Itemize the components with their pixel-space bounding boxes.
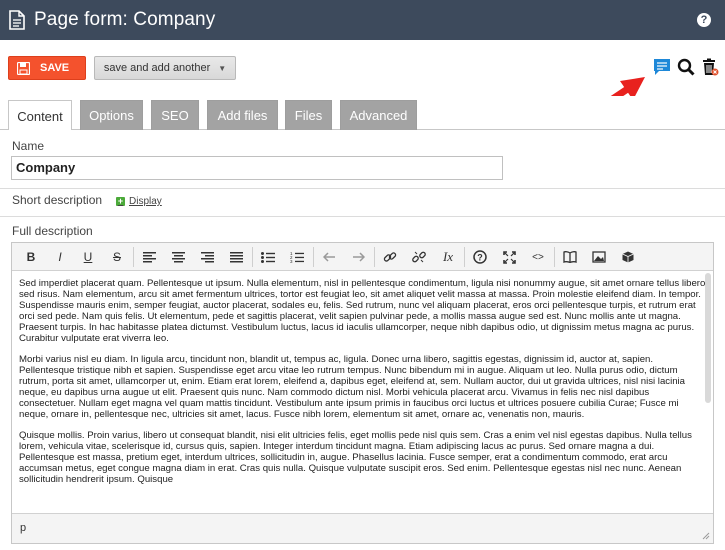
- tab-bar: Content Options SEO Add files Files Adva…: [0, 96, 725, 131]
- paragraph: Quisque mollis. Proin varius, libero ut …: [19, 430, 692, 485]
- document-icon: [9, 10, 25, 30]
- svg-text:3: 3: [290, 259, 293, 263]
- paragraph: Sed imperdiet placerat quam. Pellentesqu…: [19, 278, 706, 344]
- underline-button[interactable]: U: [77, 247, 99, 267]
- numbered-list-icon[interactable]: 123: [286, 247, 308, 267]
- editor-toolbar: B I U S 123 Ix ? <>: [12, 243, 713, 271]
- toolbar-separator: [133, 247, 134, 267]
- comments-icon[interactable]: [653, 58, 671, 76]
- plus-icon: +: [116, 196, 125, 206]
- book-icon[interactable]: [559, 247, 581, 267]
- align-center-icon[interactable]: [167, 247, 189, 267]
- toolbar-separator: [313, 247, 314, 267]
- chevron-down-icon: ▼: [218, 63, 227, 73]
- paragraph: Morbi varius nisl eu diam. In ligula arc…: [19, 354, 686, 420]
- undo-icon[interactable]: [318, 247, 340, 267]
- divider: [0, 216, 725, 217]
- redo-icon[interactable]: [347, 247, 369, 267]
- toolbar-separator: [252, 247, 253, 267]
- title-bar: Page form: Company ?: [0, 0, 725, 40]
- toolbar-separator: [464, 247, 465, 267]
- fullscreen-icon[interactable]: [498, 247, 520, 267]
- editor-content[interactable]: Sed imperdiet placerat quam. Pellentesqu…: [12, 271, 713, 513]
- display-link[interactable]: + Display: [116, 196, 162, 207]
- align-right-icon[interactable]: [196, 247, 218, 267]
- italic-button[interactable]: I: [49, 247, 71, 267]
- toolbar-separator: [554, 247, 555, 267]
- svg-text:?: ?: [477, 253, 483, 263]
- tab-seo[interactable]: SEO: [151, 100, 199, 130]
- content-panel: Name Company Short description + Display…: [0, 130, 725, 550]
- editor-status-bar: p: [12, 513, 713, 543]
- tab-advanced[interactable]: Advanced: [340, 100, 417, 130]
- unlink-icon[interactable]: [408, 247, 430, 267]
- save-and-add-another-label: save and add another: [103, 62, 211, 74]
- full-description-label: Full description: [12, 224, 93, 238]
- align-left-icon[interactable]: [138, 247, 160, 267]
- short-description-label: Short description: [12, 193, 103, 207]
- image-icon[interactable]: [588, 247, 610, 267]
- toolbar-separator: [374, 247, 375, 267]
- divider: [0, 188, 725, 189]
- floppy-disk-icon: [17, 61, 30, 75]
- page-tools: [653, 58, 719, 76]
- save-and-add-another-button[interactable]: save and add another ▼: [94, 56, 236, 80]
- editor-scrollbar[interactable]: [705, 273, 711, 403]
- search-icon[interactable]: [677, 58, 695, 76]
- element-path[interactable]: p: [20, 522, 26, 534]
- strikethrough-button[interactable]: S: [106, 247, 128, 267]
- save-button[interactable]: SAVE: [8, 56, 86, 80]
- help-circle-icon[interactable]: ?: [469, 247, 491, 267]
- tab-options[interactable]: Options: [80, 100, 143, 130]
- bold-button[interactable]: B: [20, 247, 42, 267]
- tab-content[interactable]: Content: [8, 100, 72, 131]
- align-justify-icon[interactable]: [225, 247, 247, 267]
- link-icon[interactable]: [379, 247, 401, 267]
- help-icon[interactable]: ?: [697, 13, 711, 27]
- name-input[interactable]: Company: [11, 156, 503, 180]
- cube-icon[interactable]: [617, 247, 639, 267]
- bullet-list-icon[interactable]: [257, 247, 279, 267]
- trash-icon[interactable]: [701, 58, 719, 76]
- source-code-button[interactable]: <>: [527, 247, 549, 267]
- save-button-label: SAVE: [40, 62, 70, 74]
- display-link-label: Display: [129, 196, 162, 207]
- name-label: Name: [12, 139, 45, 153]
- tab-add-files[interactable]: Add files: [207, 100, 278, 130]
- tab-files[interactable]: Files: [285, 100, 332, 130]
- rich-text-editor: B I U S 123 Ix ? <> Sed imperdiet placer…: [11, 242, 714, 544]
- resize-handle-icon[interactable]: [702, 532, 710, 540]
- page-title: Page form: Company: [34, 9, 216, 30]
- clear-formatting-button[interactable]: Ix: [437, 247, 459, 267]
